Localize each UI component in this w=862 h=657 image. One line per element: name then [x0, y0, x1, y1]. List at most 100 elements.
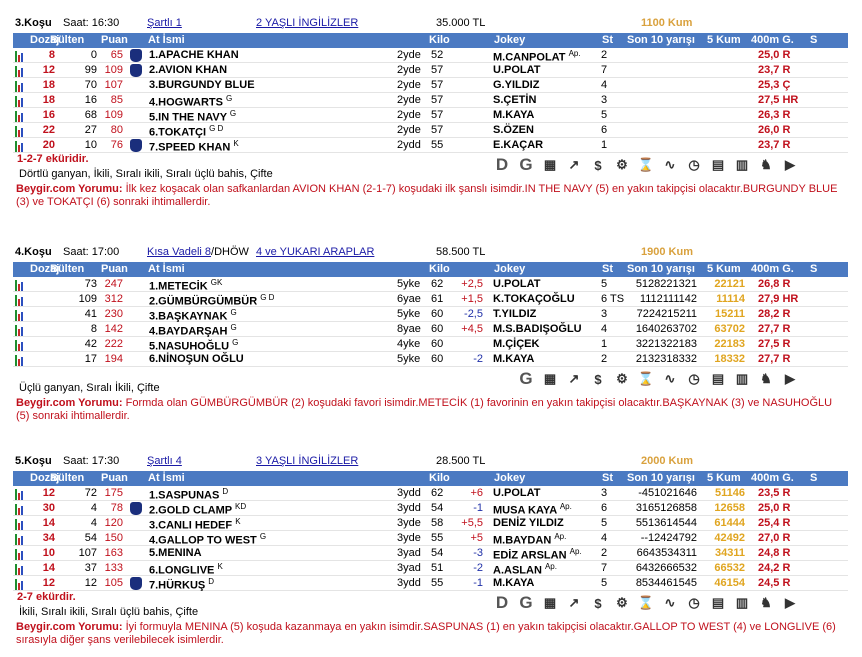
- horse-row[interactable]: 14 4 120 3.CANLI HEDEF K 3yde 58 +5,5 DENİZ YIL…: [13, 516, 848, 532]
- jockey-name[interactable]: U.POLAT: [493, 278, 540, 290]
- jockey-name-text[interactable]: G.YILDIZ: [493, 79, 539, 91]
- jockey-name[interactable]: DENİZ YILDIZ: [493, 517, 564, 529]
- horse-row[interactable]: 42 222 5.NASUHOĞLU G 4yke 60 M.ÇİÇEK 1 32213221…: [13, 337, 848, 353]
- horse-row[interactable]: 12 99 109 2.AVION KHAN 2yde 57 U.POLAT 7 23,7 R: [13, 63, 848, 78]
- horse-name[interactable]: 2.GOLD CLAMP KD: [149, 502, 246, 517]
- jockey-name[interactable]: T.YILDIZ: [493, 308, 536, 320]
- jockey-name-text[interactable]: S.ÇETİN: [493, 94, 536, 106]
- horse-stats-icon[interactable]: [15, 110, 27, 122]
- jockey-name-text[interactable]: M.KAYA: [493, 577, 534, 589]
- jockey-name-text[interactable]: EDİZ ARSLAN: [493, 550, 567, 562]
- jockey-name[interactable]: K.TOKAÇOĞLU: [493, 293, 575, 305]
- jockey-name[interactable]: EDİZ ARSLAN Ap.: [493, 547, 582, 562]
- race-condition-link[interactable]: Şartlı 4: [147, 455, 182, 467]
- horse-name[interactable]: 1.APACHE KHAN: [149, 49, 239, 61]
- horse-name-text[interactable]: 6.LONGLIVE: [149, 565, 214, 577]
- race-group-link[interactable]: 4 ve YUKARI ARAPLAR: [256, 246, 374, 258]
- jockey-name-text[interactable]: M.CANPOLAT: [493, 52, 566, 64]
- jockey-name[interactable]: M.KAYA: [493, 353, 534, 365]
- horse-stats-icon[interactable]: [15, 50, 27, 62]
- horse-stats-icon[interactable]: [15, 279, 27, 291]
- race-condition-link[interactable]: Kısa Vadeli 8: [147, 246, 211, 258]
- jockey-name[interactable]: M.CANPOLAT Ap.: [493, 49, 581, 64]
- horse-row[interactable]: 8 142 4.BAYDARŞAH G 8yae 60 +4,5 M.S.BADIŞOĞLU…: [13, 322, 848, 338]
- comment-label[interactable]: Beygir.com Yorumu:: [16, 183, 123, 195]
- horse-stats-icon[interactable]: [15, 339, 27, 351]
- race-condition-link[interactable]: Şartlı 1: [147, 17, 182, 29]
- horse-stats-icon[interactable]: [15, 533, 27, 545]
- jockey-name[interactable]: U.POLAT: [493, 64, 540, 76]
- horse-stats-icon[interactable]: [15, 503, 27, 515]
- jockey-name-text[interactable]: S.ÖZEN: [493, 124, 534, 136]
- horse-name[interactable]: 1.SASPUNAS D: [149, 487, 228, 502]
- jockey-name[interactable]: M.ÇİÇEK: [493, 338, 539, 350]
- horse-row[interactable]: 12 12 105 7.HÜRKUŞ D 3ydd 55 -1 M.KAYA 5 85344615…: [13, 576, 848, 592]
- horse-row[interactable]: 16 68 109 5.IN THE NAVY G 2yde 57 M.KAYA 5 26,3 …: [13, 108, 848, 124]
- horse-name[interactable]: 2.GÜMBÜRGÜMBÜR G D: [149, 293, 274, 308]
- jockey-name[interactable]: M.BAYDAN Ap.: [493, 532, 566, 547]
- horse-name-text[interactable]: 6.NİNOŞUN OĞLU: [149, 353, 244, 365]
- horse-name-text[interactable]: 3.BAŞKAYNAK: [149, 311, 227, 323]
- horse-name-text[interactable]: 7.HÜRKUŞ: [149, 580, 205, 592]
- horse-stats-icon[interactable]: [15, 294, 27, 306]
- horse-name[interactable]: 6.TOKATÇI G D: [149, 124, 223, 139]
- comment-label[interactable]: Beygir.com Yorumu:: [16, 621, 123, 633]
- horse-row[interactable]: 41 230 3.BAŞKAYNAK G 5yke 60 -2,5 T.YILDIZ 3 722…: [13, 307, 848, 323]
- horse-name[interactable]: 4.BAYDARŞAH G: [149, 323, 237, 338]
- jockey-name[interactable]: M.S.BADIŞOĞLU: [493, 323, 582, 335]
- horse-name[interactable]: 2.AVION KHAN: [149, 64, 227, 76]
- horse-name[interactable]: 5.NASUHOĞLU G: [149, 338, 238, 353]
- jockey-name-text[interactable]: A.ASLAN: [493, 565, 542, 577]
- horse-row[interactable]: 10 107 163 5.MENINA 3yad 54 -3 EDİZ ARSLAN Ap. 2…: [13, 546, 848, 562]
- horse-name-text[interactable]: 7.SPEED KHAN: [149, 142, 230, 154]
- jockey-name[interactable]: G.YILDIZ: [493, 79, 539, 91]
- horse-name-text[interactable]: 4.GALLOP TO WEST: [149, 535, 257, 547]
- horse-name[interactable]: 6.NİNOŞUN OĞLU: [149, 353, 244, 365]
- jockey-name-text[interactable]: E.KAÇAR: [493, 139, 543, 151]
- horse-stats-icon[interactable]: [15, 488, 27, 500]
- race-group-link[interactable]: 2 YAŞLI İNGİLİZLER: [256, 17, 358, 29]
- jockey-name[interactable]: S.ÇETİN: [493, 94, 536, 106]
- horse-row[interactable]: 18 16 85 4.HOGWARTS G 2yde 57 S.ÇETİN 3 27,5 HR: [13, 93, 848, 109]
- jockey-name[interactable]: U.POLAT: [493, 487, 540, 499]
- horse-stats-icon[interactable]: [15, 125, 27, 137]
- horse-name[interactable]: 4.GALLOP TO WEST G: [149, 532, 266, 547]
- horse-row[interactable]: 109 312 2.GÜMBÜRGÜMBÜR G D 6yae 61 +1,5 K.TOKA…: [13, 292, 848, 308]
- horse-name-text[interactable]: 6.TOKATÇI: [149, 127, 206, 139]
- jockey-name-text[interactable]: M.KAYA: [493, 109, 534, 121]
- horse-name[interactable]: 7.HÜRKUŞ D: [149, 577, 214, 592]
- horse-name-text[interactable]: 3.CANLI HEDEF: [149, 520, 232, 532]
- horse-stats-icon[interactable]: [15, 578, 27, 590]
- horse-name[interactable]: 7.SPEED KHAN K: [149, 139, 239, 154]
- jockey-name-text[interactable]: DENİZ YILDIZ: [493, 517, 564, 529]
- horse-row[interactable]: 18 70 107 3.BURGUNDY BLUE 2yde 57 G.YILDIZ 4 25,…: [13, 78, 848, 93]
- horse-row[interactable]: 14 37 133 6.LONGLIVE K 3yad 51 -2 A.ASLAN Ap. 7 6…: [13, 561, 848, 577]
- jockey-name-text[interactable]: M.ÇİÇEK: [493, 338, 539, 350]
- horse-name-text[interactable]: 1.SASPUNAS: [149, 490, 219, 502]
- jockey-name[interactable]: A.ASLAN Ap.: [493, 562, 557, 577]
- horse-name-text[interactable]: 2.AVION KHAN: [149, 64, 227, 76]
- jockey-name[interactable]: MUSA KAYA Ap.: [493, 502, 572, 517]
- horse-name-text[interactable]: 5.IN THE NAVY: [149, 112, 227, 124]
- jockey-name-text[interactable]: K.TOKAÇOĞLU: [493, 293, 575, 305]
- horse-row[interactable]: 20 10 76 7.SPEED KHAN K 2ydd 55 E.KAÇAR 1 23,7 R: [13, 138, 848, 154]
- horse-stats-icon[interactable]: [15, 80, 27, 92]
- horse-stats-icon[interactable]: [15, 140, 27, 152]
- horse-name[interactable]: 5.IN THE NAVY G: [149, 109, 236, 124]
- horse-name[interactable]: 3.BURGUNDY BLUE: [149, 79, 255, 91]
- horse-name-text[interactable]: 4.HOGWARTS: [149, 97, 223, 109]
- horse-stats-icon[interactable]: [15, 65, 27, 77]
- horse-row[interactable]: 34 54 150 4.GALLOP TO WEST G 3yde 55 +5 M.BAYDA…: [13, 531, 848, 547]
- horse-stats-icon[interactable]: [15, 95, 27, 107]
- horse-stats-icon[interactable]: [15, 324, 27, 336]
- jockey-name-text[interactable]: M.S.BADIŞOĞLU: [493, 323, 582, 335]
- horse-stats-icon[interactable]: [15, 309, 27, 321]
- horse-row[interactable]: 8 0 65 1.APACHE KHAN 2yde 52 M.CANPOLAT Ap. 2 25…: [13, 48, 848, 64]
- horse-name[interactable]: 4.HOGWARTS G: [149, 94, 232, 109]
- horse-name[interactable]: 3.CANLI HEDEF K: [149, 517, 241, 532]
- horse-stats-icon[interactable]: [15, 563, 27, 575]
- race-group-link[interactable]: 3 YAŞLI İNGİLİZLER: [256, 455, 358, 467]
- jockey-name[interactable]: M.KAYA: [493, 109, 534, 121]
- horse-row[interactable]: 12 72 175 1.SASPUNAS D 3ydd 62 +6 U.POLAT 3 -4510…: [13, 486, 848, 502]
- horse-name[interactable]: 3.BAŞKAYNAK G: [149, 308, 237, 323]
